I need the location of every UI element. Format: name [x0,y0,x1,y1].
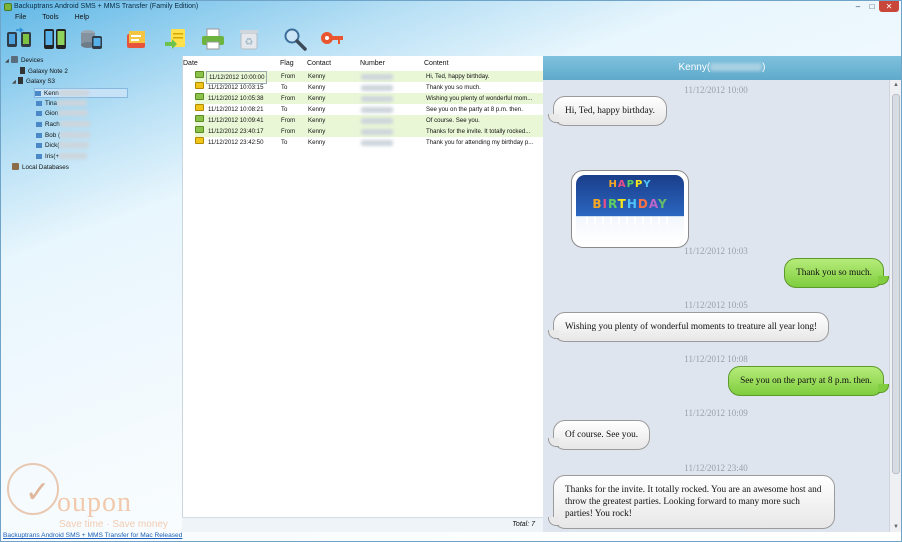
tree-contact[interactable]: Kenn [34,88,128,98]
print-icon[interactable] [199,25,227,53]
col-flag[interactable]: Flag [280,60,294,67]
tree-contact[interactable]: Dick( [36,141,90,151]
outgoing-message: See you on the party at 8 p.m. then. [728,366,889,396]
close-button[interactable]: ✕ [879,1,899,12]
sms-icon [195,137,204,144]
message-timestamp: 11/12/2012 10:00 [684,85,748,95]
database-icon[interactable] [77,25,105,53]
col-contact[interactable]: Contact [307,60,331,67]
birthday-cake-image: HAPPY BIRTHDAY [576,175,684,243]
message-timestamp: 11/12/2012 23:40 [684,463,748,473]
sms-icon [195,115,204,122]
search-icon[interactable] [281,25,309,53]
conversation-header: Kenny() [543,56,901,80]
incoming-message: Of course. See you. [547,420,651,450]
tree-contact[interactable]: Iris(+ [36,152,88,162]
contact-icon [36,122,42,127]
menu-file[interactable]: File [7,14,34,21]
table-row[interactable]: 11/12/2012 10:03:15 To Kenny Thank you s… [195,82,544,93]
contact-icon [36,101,42,106]
incoming-message: Wishing you plenty of wonderful moments … [547,312,830,342]
col-number[interactable]: Number [360,60,385,67]
sms-icon [195,71,204,78]
tree-contact[interactable]: Rach [36,120,90,130]
tree-contact[interactable]: Bob ( [36,131,91,141]
phone-icon [18,77,23,84]
incoming-message: Hi, Ted, happy birthday. [548,96,667,126]
title-bar: Backuptrans Android SMS + MMS Transfer (… [1,1,901,13]
menu-help[interactable]: Help [67,14,97,21]
device-tree: ◢ Devices Galaxy Note 2 ◢ Galaxy S3 Kenn T… [2,56,182,541]
conversation-scrollbar[interactable]: ▲ ▼ [889,80,901,532]
menu-bar: File Tools Help [7,14,97,21]
contact-icon [36,111,42,116]
maximize-button[interactable]: □ [865,1,879,12]
scroll-down-icon[interactable]: ▼ [890,522,901,532]
tree-device-galaxy-s3[interactable]: ◢ Galaxy S3 [12,77,55,87]
table-row[interactable]: 11/12/2012 10:09:41 From Kenny Of course… [195,115,544,126]
list-footer: Total: 7 [182,517,543,532]
message-timestamp: 11/12/2012 10:08 [684,354,748,364]
recycle-icon[interactable]: ♻ [235,25,263,53]
scrollbar-thumb[interactable] [892,94,900,474]
contact-icon [35,91,41,96]
sms-icon [195,93,204,100]
sms-icon [195,104,204,111]
mac-release-link[interactable]: Backuptrans Android SMS + MMS Transfer f… [3,532,182,539]
outgoing-message: Thank you so much. [784,258,889,288]
col-content[interactable]: Content [424,60,449,67]
contact-icon [36,154,42,159]
list-header: Date Flag Contact Number Content [183,58,544,69]
conversation-scroll[interactable]: 11/12/2012 10:00 Hi, Ted, happy birthday… [543,80,901,532]
scroll-up-icon[interactable]: ▲ [890,80,901,90]
conversation-panel: Kenny() 11/12/2012 10:00 Hi, Ted, happy … [543,56,901,532]
export-icon[interactable] [123,25,151,53]
phone-icon [20,67,25,74]
sms-icon [195,82,204,89]
database-icon [12,163,19,170]
col-date[interactable]: Date [183,60,198,67]
import-icon[interactable] [163,25,191,53]
app-icon [4,3,12,11]
tree-contact[interactable]: Gion [36,109,89,119]
contact-icon [36,133,42,138]
tree-contact[interactable]: Tina [36,99,88,109]
table-row[interactable]: 11/12/2012 23:42:50 To Kenny Thank you f… [195,137,544,148]
table-row[interactable]: 11/12/2012 10:00:00 From Kenny Hi, Ted, … [195,71,544,84]
incoming-message: Thanks for the invite. It totally rocked… [548,475,835,529]
mms-image[interactable]: HAPPY BIRTHDAY [571,170,689,248]
phone-transfer-icon[interactable] [41,25,69,53]
tree-device-galaxy-note-2[interactable]: Galaxy Note 2 [20,67,68,77]
tree-devices[interactable]: ◢ Devices [5,56,43,66]
total-count: Total: 7 [512,521,535,528]
devices-icon [11,56,18,63]
app-window: Backuptrans Android SMS + MMS Transfer (… [0,0,902,542]
tree-local-databases[interactable]: Local Databases [12,163,69,173]
message-timestamp: 11/12/2012 10:09 [684,408,748,418]
message-timestamp: 11/12/2012 10:05 [684,300,748,310]
minimize-button[interactable]: – [851,1,865,12]
message-list: Date Flag Contact Number Content 11/12/2… [182,56,544,532]
table-row[interactable]: 11/12/2012 10:08:21 To Kenny See you on … [195,104,544,115]
message-timestamp: 11/12/2012 10:03 [684,246,748,256]
table-row[interactable]: 11/12/2012 23:40:17 From Kenny Thanks fo… [195,126,544,137]
devices-sync-icon[interactable] [5,25,33,53]
window-title: Backuptrans Android SMS + MMS Transfer (… [14,3,199,10]
menu-tools[interactable]: Tools [34,14,66,21]
contact-icon [36,143,42,148]
svg-text:♻: ♻ [245,37,254,48]
key-icon[interactable] [317,25,345,53]
table-row[interactable]: 11/12/2012 10:05:38 From Kenny Wishing y… [195,93,544,104]
sms-icon [195,126,204,133]
